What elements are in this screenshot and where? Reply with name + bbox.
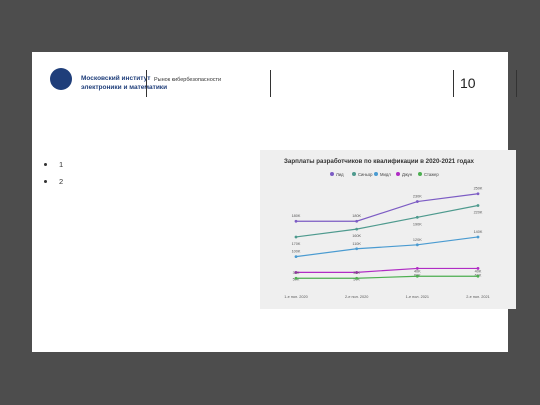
bullet-item: 1 xyxy=(44,156,63,173)
bullet-list: 1 2 xyxy=(44,156,63,190)
data-point xyxy=(294,235,298,239)
data-label: 160K xyxy=(352,234,361,238)
slide-topic: Рынок кибербезопасности xyxy=(154,77,222,83)
legend-marker xyxy=(352,172,356,176)
data-label: 180K xyxy=(292,214,301,218)
legend-label: Джун xyxy=(402,172,413,177)
chart-canvas: Зарплаты разработчиков по квалификации в… xyxy=(284,158,490,299)
x-tick-label: 2-е пол. 2021 xyxy=(466,295,489,299)
data-label: 40K xyxy=(414,269,421,273)
data-point xyxy=(355,227,359,231)
data-label: 35K xyxy=(293,271,300,275)
data-point xyxy=(355,219,359,223)
bullet-dot-icon xyxy=(44,163,47,166)
legend-label: Стажер xyxy=(424,172,439,177)
legend-marker xyxy=(396,172,400,176)
chart-x-axis: 1-е пол. 2020 2-е пол. 2020 1-е пол. 2021 2… xyxy=(284,295,489,299)
data-point xyxy=(294,276,298,280)
data-label: 35K xyxy=(353,271,360,275)
data-label: 220K xyxy=(474,211,483,215)
series-line xyxy=(296,267,478,273)
series-line xyxy=(296,193,479,222)
data-point xyxy=(415,243,419,247)
legend-marker xyxy=(330,172,334,176)
data-point xyxy=(415,200,419,203)
chart-legend: Лид Синьор Мидл Джун Стажер xyxy=(330,172,439,177)
data-point xyxy=(355,247,359,251)
data-label: 100K xyxy=(292,250,301,254)
data-label: 180K xyxy=(352,214,361,218)
data-point xyxy=(476,235,480,239)
chart-series: 180K 180K 230K 250K 170K 160K 190K 220K 100K 110K… xyxy=(292,187,483,282)
bullet-dot-icon xyxy=(44,180,47,183)
series-line xyxy=(296,275,478,279)
org-line-2: электроники и математики xyxy=(81,84,168,91)
data-label: 250K xyxy=(474,187,483,191)
data-point xyxy=(476,192,480,196)
slide-header: Московский институт электроники и матема… xyxy=(32,52,517,102)
header-divider-4 xyxy=(516,70,517,97)
data-point xyxy=(415,274,419,278)
data-point xyxy=(415,215,419,219)
data-label: 230K xyxy=(413,195,422,199)
data-point xyxy=(476,274,480,278)
chart-title: Зарплаты разработчиков по квалификации в… xyxy=(284,158,475,165)
header-divider-1 xyxy=(146,70,147,97)
legend-label: Синьор xyxy=(358,172,373,177)
legend-marker xyxy=(418,172,422,176)
data-label: 40K xyxy=(475,269,482,273)
university-logo-icon xyxy=(50,68,72,90)
data-point xyxy=(294,255,298,259)
data-label: 110K xyxy=(352,242,361,246)
data-point xyxy=(355,276,359,280)
legend-label: Лид xyxy=(336,172,344,177)
header-divider-3 xyxy=(453,70,454,97)
x-tick-label: 1-е пол. 2020 xyxy=(284,295,307,299)
series-line xyxy=(295,236,479,258)
x-tick-label: 2-е пол. 2020 xyxy=(345,295,368,299)
data-point xyxy=(294,219,298,223)
legend-label: Мидл xyxy=(380,172,391,177)
bullet-item: 2 xyxy=(44,173,63,190)
data-label: 170K xyxy=(292,242,301,246)
slide: Московский институт электроники и матема… xyxy=(32,52,517,352)
data-label: 190K xyxy=(413,222,422,226)
data-point xyxy=(476,204,480,207)
data-label: 120K xyxy=(413,238,422,242)
page-number: 10 xyxy=(460,75,476,91)
header-divider-2 xyxy=(270,70,271,97)
salary-chart: Зарплаты разработчиков по квалификации в… xyxy=(260,150,516,309)
data-label: 140K xyxy=(474,230,483,234)
legend-marker xyxy=(374,172,378,176)
bullet-text: 1 xyxy=(59,160,64,169)
x-tick-label: 1-е пол. 2021 xyxy=(406,295,429,299)
bullet-text: 2 xyxy=(59,177,64,186)
